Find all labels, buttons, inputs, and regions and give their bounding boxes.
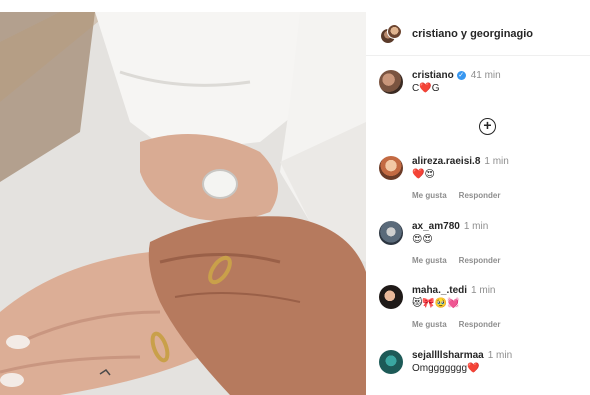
caption-avatar[interactable] bbox=[379, 70, 403, 94]
comment-username[interactable]: sejallllsharmaa bbox=[412, 350, 484, 361]
comment-actions: Me gusta Responder bbox=[412, 256, 512, 265]
collab-avatar[interactable] bbox=[380, 24, 402, 46]
caption-username[interactable]: cristiano bbox=[412, 70, 454, 81]
avatar-georginagio bbox=[387, 24, 402, 39]
comment-username[interactable]: ax_am780 bbox=[412, 221, 460, 232]
comment-text: 😍😍 bbox=[412, 234, 433, 245]
comment-avatar[interactable] bbox=[379, 350, 403, 374]
reply-button[interactable]: Responder bbox=[459, 320, 501, 329]
comment-actions: Me gusta Responder bbox=[412, 191, 512, 200]
post-photo bbox=[0, 12, 366, 395]
comment-username[interactable]: maha._.tedi bbox=[412, 285, 467, 296]
caption-text-after: G bbox=[431, 83, 440, 94]
plus-circle-icon[interactable]: + bbox=[479, 118, 496, 135]
comment-actions: Me gusta Responder bbox=[412, 320, 512, 329]
comment-text: ❤️😍 bbox=[412, 169, 435, 180]
caption-username-line: cristiano ✓ 41 min bbox=[412, 70, 501, 81]
comment-time: 1 min bbox=[484, 156, 509, 167]
comment-text: 😻🎀🥹💓 bbox=[412, 298, 460, 309]
reply-button[interactable]: Responder bbox=[459, 256, 501, 265]
post-header: cristiano y georginagio bbox=[366, 12, 590, 56]
like-comment-button[interactable]: Me gusta bbox=[412, 191, 447, 200]
caption-time: 41 min bbox=[470, 70, 501, 81]
comment-avatar[interactable] bbox=[379, 221, 403, 245]
like-comment-button[interactable]: Me gusta bbox=[412, 320, 447, 329]
comment-header: ax_am780 1 min bbox=[412, 221, 488, 232]
comment-time: 1 min bbox=[487, 350, 513, 361]
comment-time: 1 min bbox=[463, 221, 489, 232]
comment-text: Omggggggg❤️ bbox=[412, 363, 480, 374]
reply-button[interactable]: Responder bbox=[459, 191, 501, 200]
wedding-rings-photo bbox=[0, 12, 366, 395]
comment-header: sejallllsharmaa 1 min bbox=[412, 350, 512, 361]
comments-panel: cristiano y georginagio cristiano ✓ 41 min… bbox=[366, 12, 590, 395]
comment-avatar[interactable] bbox=[379, 156, 403, 180]
comment-avatar[interactable] bbox=[379, 285, 403, 309]
comment-username[interactable]: alireza.raeisi.8 bbox=[412, 156, 480, 167]
caption-text: C❤️G bbox=[412, 83, 439, 94]
comment-header: maha._.tedi 1 min bbox=[412, 285, 495, 296]
comment-time: 1 min bbox=[471, 285, 496, 296]
verified-badge-icon: ✓ bbox=[456, 70, 466, 80]
post-author-names[interactable]: cristiano y georginagio bbox=[412, 28, 533, 40]
comment-header: alireza.raeisi.8 1 min bbox=[412, 156, 509, 167]
caption-heart: ❤️ bbox=[419, 83, 432, 94]
like-comment-button[interactable]: Me gusta bbox=[412, 256, 447, 265]
